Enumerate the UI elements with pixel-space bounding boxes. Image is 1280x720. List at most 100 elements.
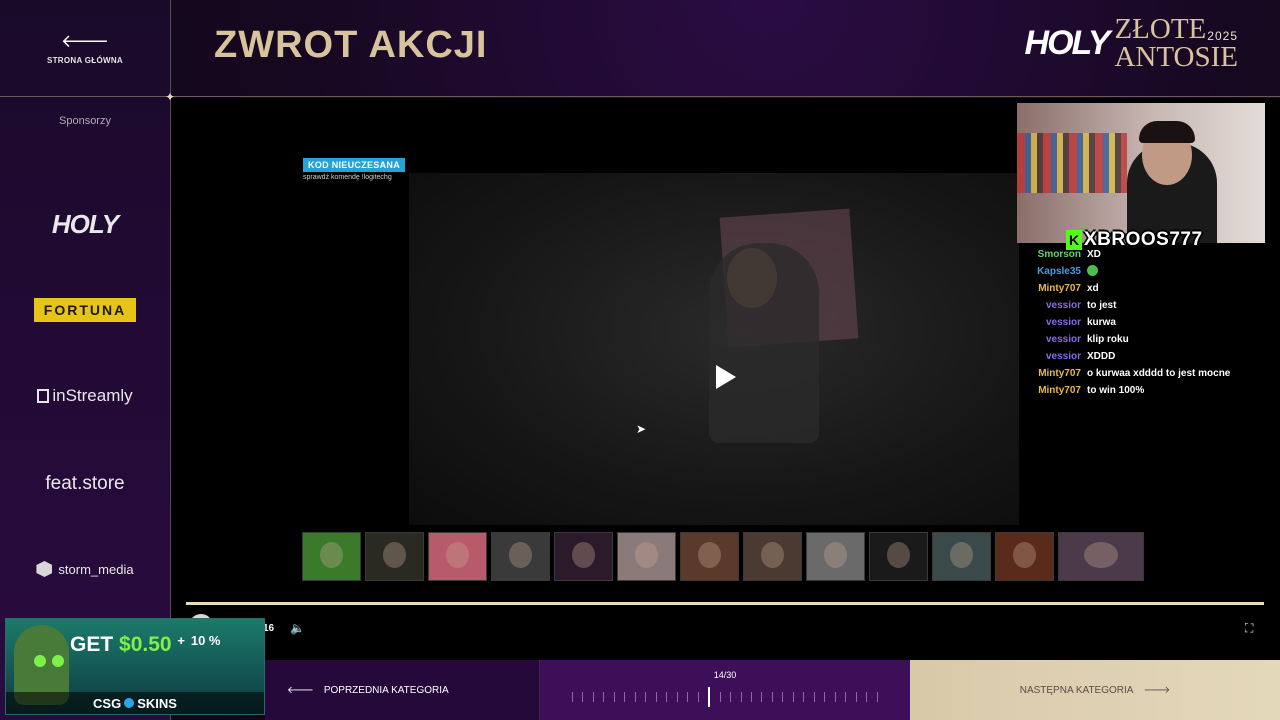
clip-thumbnail[interactable]: [1058, 532, 1144, 581]
chat-username: Minty707: [1038, 368, 1081, 379]
category-ticks: [572, 687, 878, 707]
category-tick: [740, 692, 742, 702]
event-logo: HOLY ZŁOTE ANTOSIE 2025: [1024, 15, 1238, 73]
ad-headline: GET $0.50 + 10 %: [70, 633, 221, 657]
clip-thumbnail[interactable]: [806, 532, 865, 581]
category-tick: [792, 692, 794, 702]
ad-percent: 10 %: [190, 633, 221, 648]
progress-bar[interactable]: [186, 602, 1264, 605]
sponsor-fortuna-logo[interactable]: FORTUNA: [0, 298, 170, 322]
sponsors-title: Sponsorzy: [59, 115, 111, 127]
chat-username: Smorson: [1037, 249, 1081, 260]
category-tick: [592, 692, 594, 702]
home-button[interactable]: 🡐 STRONA GŁÓWNA: [0, 0, 170, 97]
chat-message: Minty707 to win 100%: [1022, 382, 1262, 399]
chat-overlay: Smorson XD Kapsle35 Minty707 xd vessior to jes…: [1022, 246, 1262, 399]
category-tick: [855, 692, 857, 702]
webcam-shelf-shape: [1017, 133, 1127, 193]
clip-thumbnail[interactable]: [617, 532, 676, 581]
sidebar: 🡐 STRONA GŁÓWNA Sponsorzy HOLY FORTUNA i…: [0, 0, 171, 720]
chat-message: Minty707 xd: [1022, 280, 1262, 297]
chat-username: Minty707: [1038, 385, 1081, 396]
category-tick: [845, 692, 847, 702]
csgoskins-logo-icon: [124, 698, 135, 708]
chat-text: XDDD: [1087, 351, 1116, 362]
instreamly-icon: [37, 389, 50, 403]
chat-text: to win 100%: [1087, 385, 1145, 396]
ad-plus: +: [177, 633, 186, 648]
chat-message: Smorson XD: [1022, 246, 1262, 263]
category-tick: [676, 692, 678, 702]
arrow-left-icon: 🡐: [287, 685, 314, 696]
category-tick: [613, 692, 615, 702]
chat-message: Minty707 o kurwaa xdddd to jest mocne: [1022, 365, 1262, 382]
clip-thumbnail[interactable]: [302, 532, 361, 581]
sponsor-instreamly-label: inStreamly: [52, 386, 133, 405]
sponsor-stormmedia-logo[interactable]: storm_media: [0, 557, 170, 581]
previous-category-button[interactable]: 🡐 POPRZEDNIA KATEGORIA: [265, 660, 540, 720]
brand-year: 2025: [1207, 29, 1238, 43]
clip-thumbnail[interactable]: [995, 532, 1054, 581]
chat-username: vessior: [1045, 334, 1081, 345]
clip-thumbnail[interactable]: [554, 532, 613, 581]
sponsor-fortuna-label: FORTUNA: [33, 298, 137, 322]
category-tick: [824, 692, 826, 702]
video-face-shape: [727, 248, 777, 308]
category-tick: [730, 692, 732, 702]
chat-text: XD: [1087, 249, 1101, 260]
chat-message: Kapsle35: [1022, 263, 1262, 280]
category-tick: [582, 692, 584, 702]
volume-icon[interactable]: 🔈: [290, 621, 305, 635]
clip-thumbnail[interactable]: [932, 532, 991, 581]
fullscreen-icon[interactable]: ⛶: [1245, 621, 1253, 636]
ad-brand-left: CSG: [93, 695, 122, 711]
page-title: ZWROT AKCJI: [214, 24, 488, 66]
webcam-hair-shape: [1139, 121, 1195, 143]
category-tick: [803, 692, 805, 702]
category-tick: [645, 692, 647, 702]
clip-thumbnail[interactable]: [680, 532, 739, 581]
chat-username: vessior: [1045, 317, 1081, 328]
category-tick: [603, 692, 605, 702]
category-tick: [666, 692, 668, 702]
storm-media-icon: [36, 561, 53, 577]
chat-username: vessior: [1045, 351, 1081, 362]
sponsor-featstore-logo[interactable]: feat.store: [0, 472, 170, 496]
clip-thumbnail[interactable]: [491, 532, 550, 581]
header: ZWROT AKCJI HOLY ZŁOTE ANTOSIE 2025: [171, 0, 1280, 97]
next-category-button[interactable]: NASTĘPNA KATEGORIA 🡒: [910, 660, 1280, 720]
clip-thumbnail[interactable]: [743, 532, 802, 581]
category-counter: 14/30: [713, 670, 737, 680]
chat-message: vessior XDDD: [1022, 348, 1262, 365]
chat-username: Kapsle35: [1037, 266, 1081, 277]
brand-line2: ANTOSIE: [1114, 40, 1238, 73]
mouse-cursor-icon: ➤: [636, 422, 647, 436]
next-category-label: NASTĘPNA KATEGORIA: [1019, 684, 1134, 696]
ad-eye-icon: [52, 655, 64, 667]
clip-thumbnail[interactable]: [428, 532, 487, 581]
chat-username: Minty707: [1038, 283, 1081, 294]
clip-thumbnail[interactable]: [869, 532, 928, 581]
holy-brand: HOLY: [1024, 24, 1111, 63]
category-tick: [687, 692, 689, 702]
ad-prefix: GET: [70, 633, 114, 656]
chat-text: kurwa: [1087, 317, 1116, 328]
video-frame[interactable]: [409, 173, 1019, 525]
chat-username: vessior: [1045, 300, 1081, 311]
sponsor-holy-logo[interactable]: HOLY: [0, 208, 170, 240]
chat-message: vessior kurwa: [1022, 314, 1262, 331]
clip-thumbnail[interactable]: [365, 532, 424, 581]
category-tick: [697, 692, 699, 702]
chat-text: [1087, 264, 1098, 279]
streamer-webcam: [1017, 103, 1265, 243]
csgoskins-ad[interactable]: GET $0.50 + 10 % CSG SKINS: [5, 618, 265, 715]
previous-category-label: POPRZEDNIA KATEGORIA: [323, 684, 449, 696]
chat-message: vessior klip roku: [1022, 331, 1262, 348]
page: 🡐 STRONA GŁÓWNA Sponsorzy HOLY FORTUNA i…: [0, 0, 1280, 720]
category-tick: [876, 692, 878, 702]
play-icon[interactable]: [716, 365, 736, 389]
sponsor-instreamly-logo[interactable]: inStreamly: [0, 384, 170, 408]
promo-badge: KOD NIEUCZESANA sprawdź komendę !logitec…: [303, 158, 406, 181]
chat-text: klip roku: [1087, 334, 1129, 345]
arrow-right-icon: 🡒: [1143, 685, 1171, 696]
